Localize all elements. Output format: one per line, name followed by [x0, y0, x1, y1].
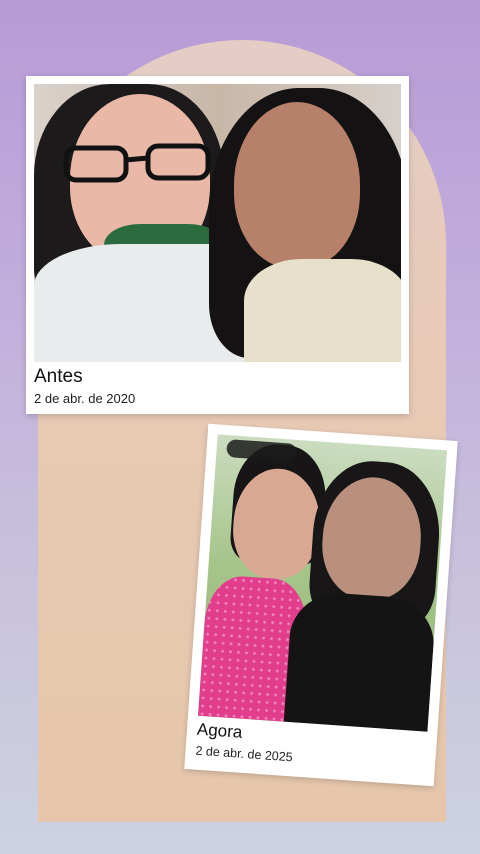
- photo-before[interactable]: [34, 84, 401, 362]
- person-right-shirt: [283, 590, 437, 732]
- polaroid-after-card[interactable]: Agora 2 de abr. de 2025: [184, 423, 458, 787]
- sunglasses-icon: [226, 439, 298, 462]
- person-right-face: [234, 102, 360, 268]
- glasses-icon: [63, 143, 211, 183]
- polaroid-before-card[interactable]: Antes 2 de abr. de 2020: [26, 76, 409, 414]
- caption-title: Agora: [196, 719, 243, 742]
- caption-title: Antes: [34, 366, 83, 387]
- caption-date: 2 de abr. de 2020: [34, 391, 136, 406]
- caption-date: 2 de abr. de 2025: [195, 743, 294, 765]
- photo-after[interactable]: [197, 434, 448, 732]
- person-right-shirt: [244, 259, 401, 362]
